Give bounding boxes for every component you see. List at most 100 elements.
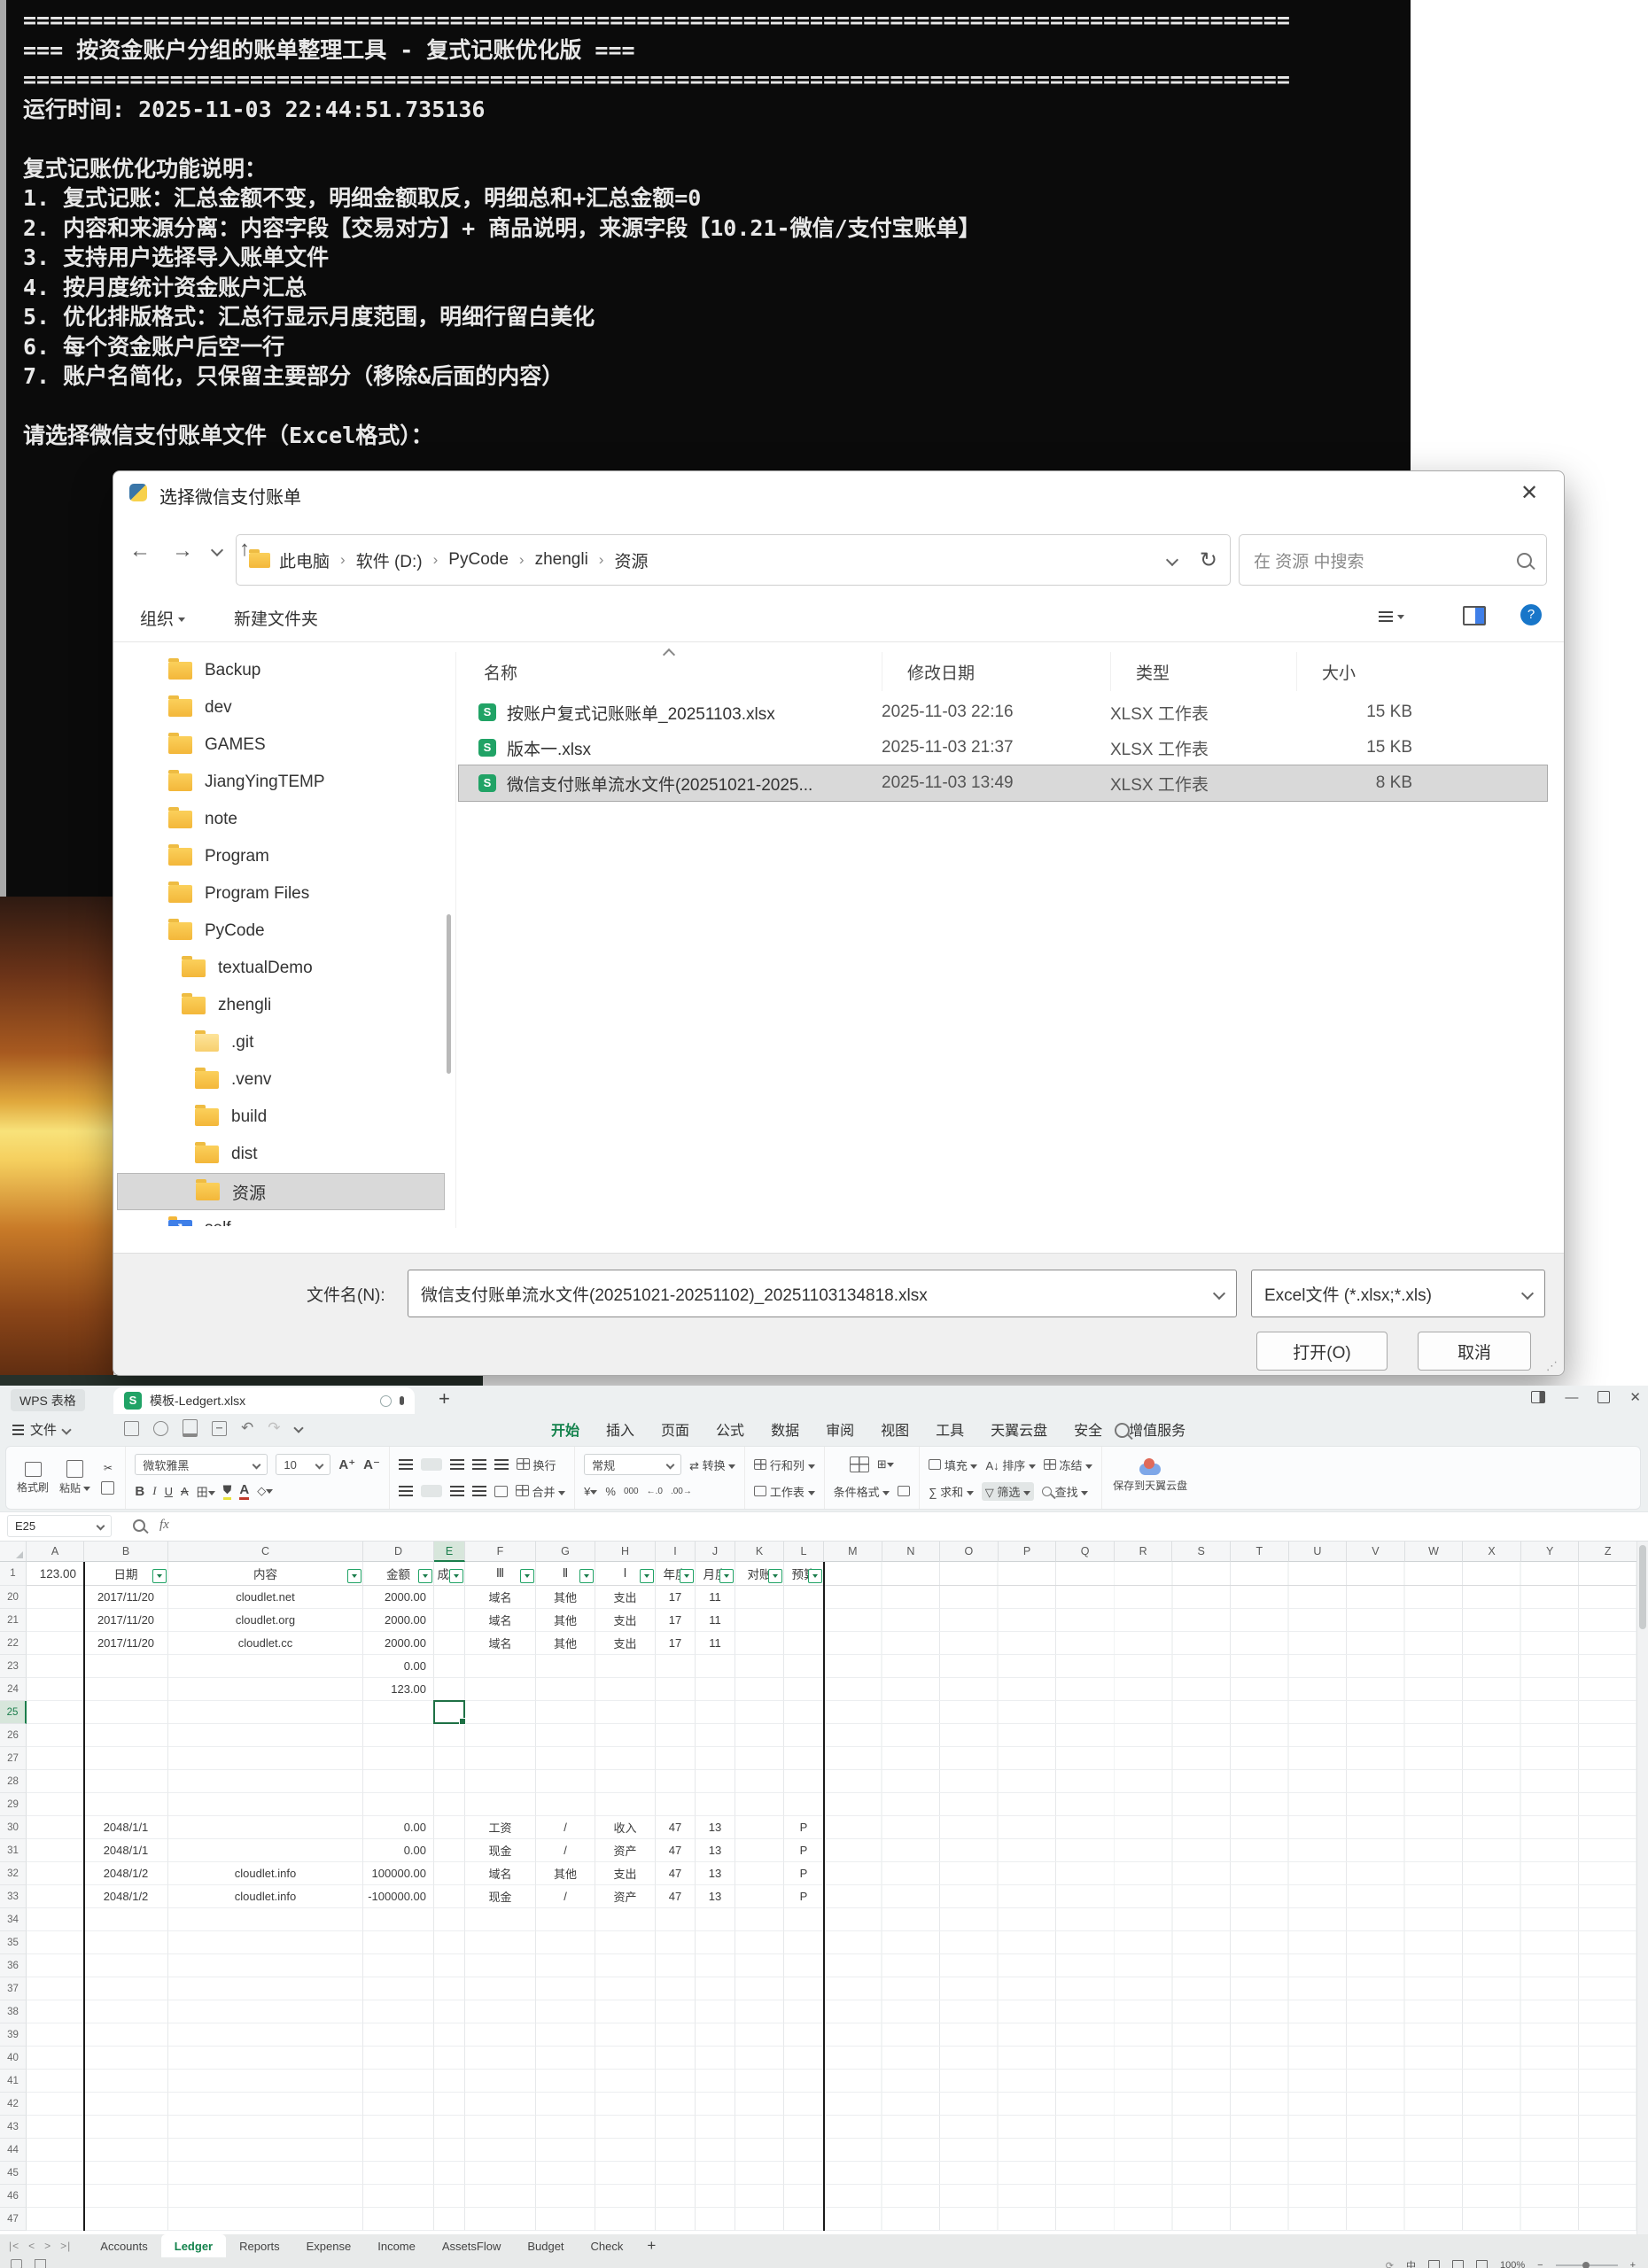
cell-H22[interactable]: 支出 (595, 1632, 656, 1655)
cell-I34[interactable] (656, 1908, 696, 1931)
cell-I47[interactable] (656, 2208, 696, 2231)
cell-C29[interactable] (168, 1793, 363, 1816)
row-header-36[interactable]: 36 (0, 1954, 27, 1977)
cell-K45[interactable] (735, 2162, 784, 2185)
column-header-S[interactable]: S (1172, 1542, 1231, 1562)
cell-B36[interactable] (84, 1954, 168, 1977)
ime-indicator[interactable]: 中 (1406, 2258, 1416, 2268)
cell-C1[interactable]: 内容 (168, 1562, 363, 1586)
search-input[interactable]: 在 资源 中搜索 (1239, 534, 1547, 586)
cell-G33[interactable]: / (536, 1885, 595, 1908)
cell-J39[interactable] (696, 2023, 735, 2047)
cell-K27[interactable] (735, 1747, 784, 1770)
cell-K23[interactable] (735, 1655, 784, 1678)
cell-B38[interactable] (84, 2000, 168, 2023)
cell-G37[interactable] (536, 1977, 595, 2000)
find-button[interactable]: 查找 (1042, 1483, 1088, 1500)
ribbon-tab-开始[interactable]: 开始 (551, 1418, 579, 1440)
cell-G1[interactable]: Ⅱ (536, 1562, 595, 1586)
cell-C40[interactable] (168, 2047, 363, 2070)
cell-D33[interactable]: -100000.00 (363, 1885, 434, 1908)
cell-C39[interactable] (168, 2023, 363, 2047)
cell-B22[interactable]: 2017/11/20 (84, 1632, 168, 1655)
cell-E41[interactable] (434, 2070, 465, 2093)
cell-L44[interactable] (784, 2139, 824, 2162)
cell-G21[interactable]: 其他 (536, 1609, 595, 1632)
paste-button[interactable]: 粘贴 (59, 1460, 90, 1495)
cell-J34[interactable] (696, 1908, 735, 1931)
cell-L38[interactable] (784, 2000, 824, 2023)
cell-K30[interactable] (735, 1816, 784, 1839)
cell-E28[interactable] (434, 1770, 465, 1793)
decrease-font-icon[interactable]: A⁻ (363, 1456, 380, 1472)
filter-dropdown-icon[interactable] (579, 1569, 594, 1583)
cell-J33[interactable]: 13 (696, 1885, 735, 1908)
file-row[interactable]: S微信支付账单流水文件(20251021-2025...2025-11-03 1… (459, 765, 1547, 801)
cell-J32[interactable]: 13 (696, 1862, 735, 1885)
cell-L31[interactable]: P (784, 1839, 824, 1862)
cell-J37[interactable] (696, 1977, 735, 2000)
cell-K29[interactable] (735, 1793, 784, 1816)
cell-C23[interactable] (168, 1655, 363, 1678)
row-header-42[interactable]: 42 (0, 2093, 27, 2116)
cell-J25[interactable] (696, 1701, 735, 1724)
align-left-icon[interactable] (399, 1486, 413, 1496)
cell-B35[interactable] (84, 1931, 168, 1954)
cell-D21[interactable]: 2000.00 (363, 1609, 434, 1632)
underline-button[interactable]: U (165, 1485, 173, 1498)
cell-A35[interactable] (27, 1931, 84, 1954)
column-header-M[interactable]: M (824, 1542, 882, 1562)
sheet-tab-Income[interactable]: Income (364, 2234, 429, 2257)
print-preview-icon[interactable] (212, 1421, 227, 1436)
list-column-header-2[interactable]: 修改日期 (882, 652, 1110, 691)
cell-J30[interactable]: 13 (696, 1816, 735, 1839)
tree-scrollbar[interactable] (447, 914, 451, 1074)
cell-B29[interactable] (84, 1793, 168, 1816)
cell-L34[interactable] (784, 1908, 824, 1931)
selection-stats-icon[interactable] (35, 2259, 46, 2268)
print-icon[interactable] (183, 1419, 198, 1437)
cell-H37[interactable] (595, 1977, 656, 2000)
fill-color-button[interactable]: ◇ (257, 1484, 273, 1498)
cell-H35[interactable] (595, 1931, 656, 1954)
cell-L39[interactable] (784, 2023, 824, 2047)
cell-H42[interactable] (595, 2093, 656, 2116)
cell-B25[interactable] (84, 1701, 168, 1724)
cell-A40[interactable] (27, 2047, 84, 2070)
filter-dropdown-icon[interactable] (768, 1569, 782, 1583)
cell-I23[interactable] (656, 1655, 696, 1678)
column-header-R[interactable]: R (1115, 1542, 1173, 1562)
cell-C45[interactable] (168, 2162, 363, 2185)
cell-J24[interactable] (696, 1678, 735, 1701)
cell-L41[interactable] (784, 2070, 824, 2093)
cell-F24[interactable] (465, 1678, 536, 1701)
percent-icon[interactable]: % (605, 1485, 616, 1498)
row-header-33[interactable]: 33 (0, 1885, 27, 1908)
cell-A34[interactable] (27, 1908, 84, 1931)
cell-D36[interactable] (363, 1954, 434, 1977)
cell-K35[interactable] (735, 1931, 784, 1954)
cell-C46[interactable] (168, 2185, 363, 2208)
cell-L47[interactable] (784, 2208, 824, 2231)
cell-K42[interactable] (735, 2093, 784, 2116)
cell-K32[interactable] (735, 1862, 784, 1885)
cell-G27[interactable] (536, 1747, 595, 1770)
cell-K34[interactable] (735, 1908, 784, 1931)
cell-E24[interactable] (434, 1678, 465, 1701)
cell-K24[interactable] (735, 1678, 784, 1701)
cell-A32[interactable] (27, 1862, 84, 1885)
address-dropdown-icon[interactable] (1166, 554, 1178, 566)
cell-L43[interactable] (784, 2116, 824, 2139)
column-header-Y[interactable]: Y (1521, 1542, 1580, 1562)
table-style-icon[interactable] (850, 1456, 869, 1472)
cell-L25[interactable] (784, 1701, 824, 1724)
cell-G39[interactable] (536, 2023, 595, 2047)
row-header-26[interactable]: 26 (0, 1724, 27, 1747)
cell-D23[interactable]: 0.00 (363, 1655, 434, 1678)
tree-item-dev[interactable]: dev (117, 689, 445, 726)
cell-D35[interactable] (363, 1931, 434, 1954)
cell-D1[interactable]: 金额 (363, 1562, 434, 1586)
cell-F20[interactable]: 域名 (465, 1586, 536, 1609)
cell-C35[interactable] (168, 1931, 363, 1954)
cell-B37[interactable] (84, 1977, 168, 2000)
